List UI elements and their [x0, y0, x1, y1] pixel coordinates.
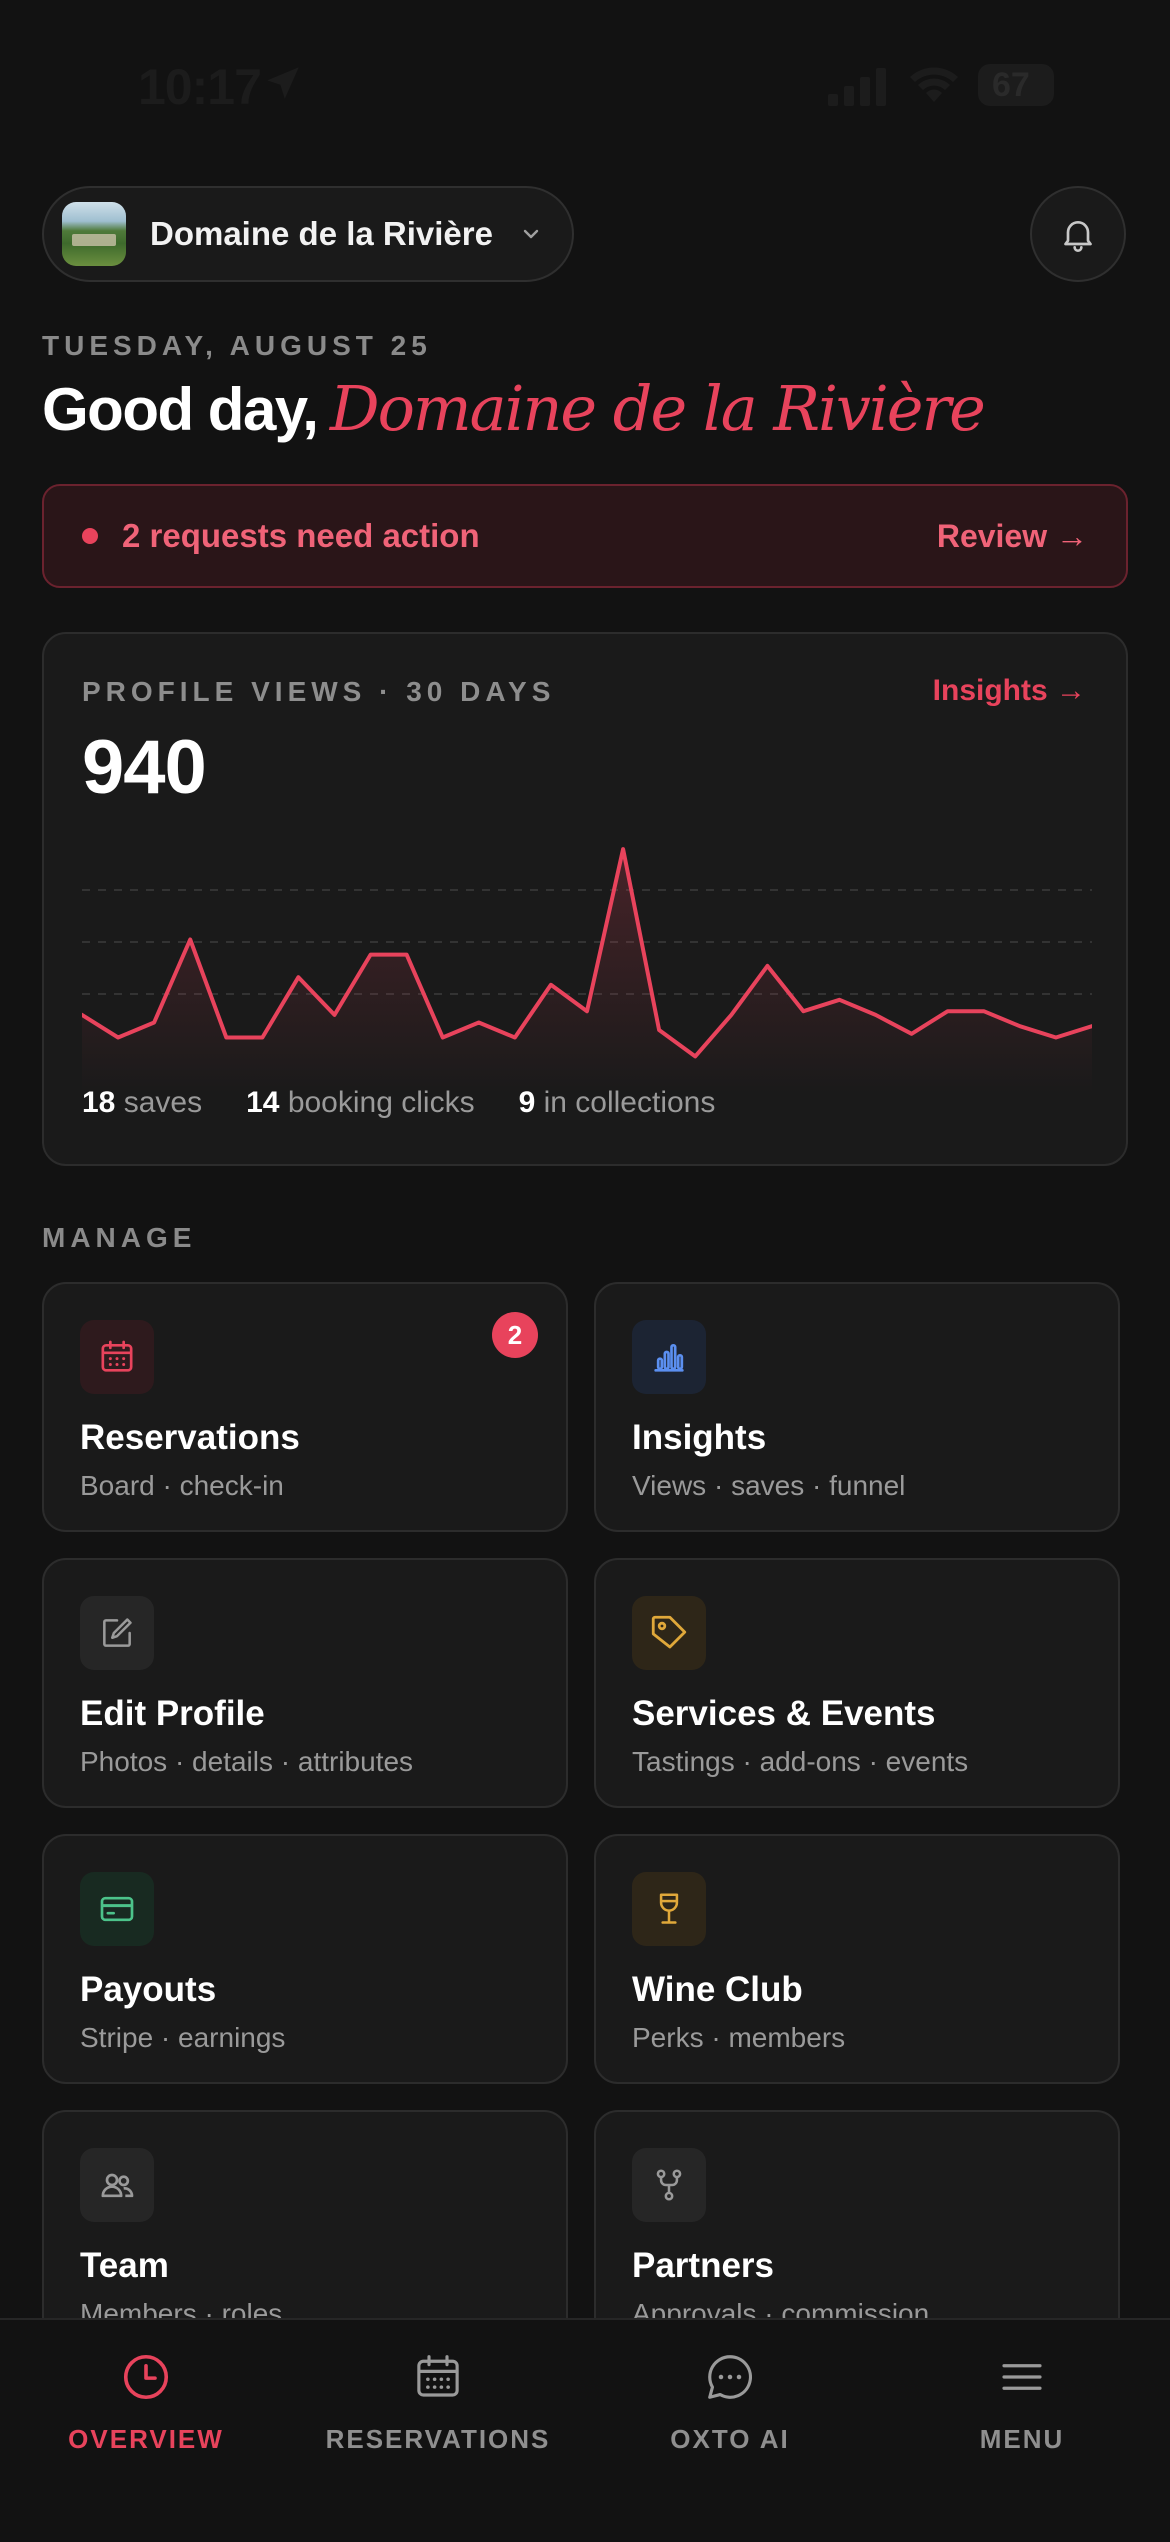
tile-insights[interactable]: Insights Views · saves · funnel: [594, 1282, 1120, 1532]
tile-title: Edit Profile: [80, 1694, 265, 1733]
venue-name: Domaine de la Rivière: [150, 215, 493, 252]
tile-edit-profile[interactable]: Edit Profile Photos · details · attribut…: [42, 1558, 568, 1808]
card-icon: [100, 1896, 134, 1922]
tile-subtitle: Photos · details · attributes: [80, 1746, 414, 1777]
tab-overview[interactable]: OVERVIEW: [0, 2350, 292, 2455]
review-link[interactable]: Review →: [937, 518, 1088, 555]
battery-level: 67: [992, 65, 1030, 104]
menu-icon: [1002, 2364, 1042, 2390]
tile-reservations[interactable]: 2 Reservations Board · check-in: [42, 1282, 568, 1532]
tile-icon-bg: [80, 1596, 154, 1670]
profile-views-card: PROFILE VIEWS · 30 DAYS Insights → 940 1…: [42, 632, 1128, 1166]
views-sparkline: [82, 847, 1092, 1094]
tab-label: OXTO AI: [670, 2424, 790, 2454]
booking-label: booking clicks: [287, 1086, 475, 1119]
tab-oxto-ai[interactable]: OXTO AI: [584, 2350, 876, 2455]
tile-payouts[interactable]: Payouts Stripe · earnings: [42, 1834, 568, 2084]
manage-section-label: MANAGE: [42, 1222, 197, 1253]
screen: 10:17 67 Domaine de la Rivière TUESDAY, …: [0, 0, 1170, 2542]
tab-label: RESERVATIONS: [325, 2424, 551, 2454]
booking-count: 14: [246, 1086, 280, 1119]
action-alert[interactable]: 2 requests need action Review →: [42, 484, 1128, 588]
greeting-venue-name: Domaine de la Rivière: [329, 372, 986, 445]
chevron-down-icon: [523, 229, 539, 239]
battery-indicator: 67: [978, 64, 1054, 106]
tile-title: Services & Events: [632, 1694, 936, 1733]
tile-subtitle: Tastings · add-ons · events: [632, 1746, 969, 1777]
tile-icon-bg: [632, 1872, 706, 1946]
tab-menu[interactable]: MENU: [876, 2350, 1168, 2455]
tile-icon-bg: [632, 2148, 706, 2222]
bar-chart-icon: [654, 1344, 684, 1372]
branch-icon: [656, 2169, 682, 2201]
greeting-lead: Good day,: [42, 376, 319, 443]
tile-title: Payouts: [80, 1970, 217, 2009]
bell-icon: [1064, 221, 1092, 252]
tile-title: Reservations: [80, 1418, 300, 1457]
calendar-icon: [101, 1340, 133, 1372]
tile-subtitle: Board · check-in: [80, 1470, 284, 1501]
tab-reservations[interactable]: RESERVATIONS: [292, 2350, 584, 2455]
tile-icon-bg: [80, 2148, 154, 2222]
tile-icon-bg: [632, 1596, 706, 1670]
chat-icon: [708, 2355, 752, 2399]
signal-icon: [828, 68, 886, 106]
venue-thumbnail: [62, 202, 126, 266]
tile-title: Insights: [632, 1418, 767, 1457]
tile-icon-bg: [80, 1872, 154, 1946]
tab-label: OVERVIEW: [68, 2424, 224, 2454]
date-line: TUESDAY, AUGUST 25: [42, 330, 432, 361]
sparkline-area: [82, 849, 1092, 1094]
tile-services-events[interactable]: Services & Events Tastings · add-ons · e…: [594, 1558, 1120, 1808]
collections-count: 9: [518, 1086, 536, 1119]
collections-label: in collections: [543, 1086, 716, 1119]
wine-glass-icon: [659, 1893, 679, 1924]
saves-count: 18: [82, 1086, 116, 1119]
tag-icon: [651, 1615, 687, 1649]
venue-selector[interactable]: Domaine de la Rivière: [42, 186, 574, 282]
tile-icon-bg: [632, 1320, 706, 1394]
tile-subtitle: Views · saves · funnel: [632, 1470, 906, 1501]
tile-icon-bg: [80, 1320, 154, 1394]
clock-icon: [123, 2354, 169, 2400]
collections-stat: 9 in collections: [519, 1086, 716, 1120]
reservations-badge: 2: [492, 1312, 538, 1358]
location-arrow-icon: [267, 67, 299, 99]
greeting: Good day, Domaine de la Rivière: [42, 372, 986, 445]
booking-clicks-stat: 14 booking clicks: [246, 1086, 474, 1120]
tile-title: Team: [80, 2246, 169, 2285]
stats-footer: 18 saves 14 booking clicks 9 in collecti…: [82, 1086, 715, 1120]
edit-icon: [103, 1618, 132, 1647]
tile-wine-club[interactable]: Wine Club Perks · members: [594, 1834, 1120, 2084]
alert-text: 2 requests need action: [122, 517, 480, 554]
bottom-tab-bar: OVERVIEW RESERVATIONS OXTO AI MENU: [0, 2318, 1170, 2542]
status-bar: 10:17 67: [0, 0, 1170, 170]
tile-title: Wine Club: [632, 1970, 803, 2009]
stats-value: 940: [82, 725, 207, 810]
tile-subtitle: Stripe · earnings: [80, 2022, 286, 2053]
saves-stat: 18 saves: [82, 1086, 202, 1120]
saves-label: saves: [123, 1086, 203, 1119]
alert-dot-icon: [82, 528, 98, 544]
tile-title: Partners: [632, 2246, 775, 2285]
stats-label: PROFILE VIEWS · 30 DAYS: [82, 676, 556, 707]
status-time: 10:17: [138, 59, 262, 115]
insights-link[interactable]: Insights →: [933, 674, 1086, 708]
calendar-icon: [417, 2355, 459, 2397]
users-icon: [101, 2173, 134, 2198]
tab-label: MENU: [979, 2424, 1065, 2454]
tile-subtitle: Perks · members: [632, 2022, 846, 2053]
notifications-button[interactable]: [1030, 186, 1126, 282]
wifi-icon: [910, 67, 958, 102]
